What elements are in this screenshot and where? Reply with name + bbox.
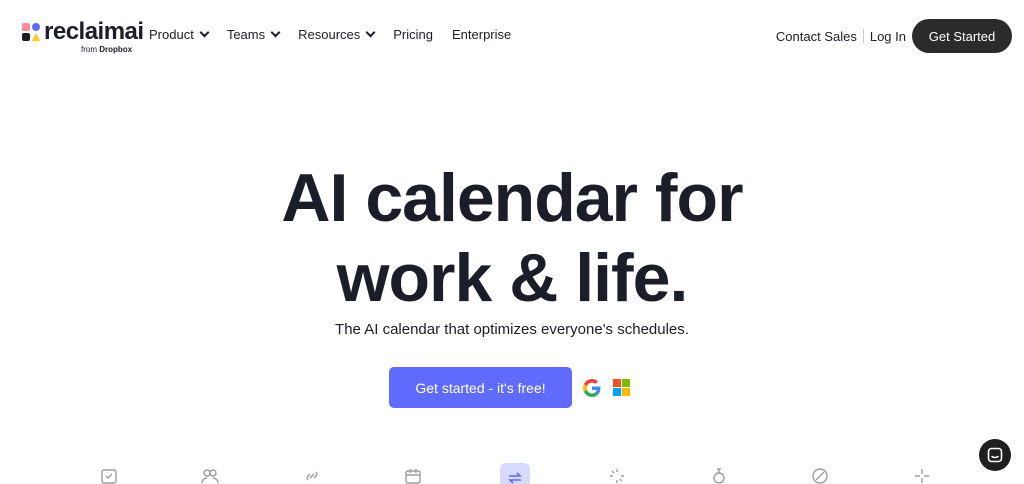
brand-name: reclaimai: [44, 18, 144, 45]
menu-item-enterprise[interactable]: Enterprise: [452, 27, 511, 42]
main-menu: Product Teams Resources Pricing Enterpri…: [149, 27, 530, 42]
get-started-button[interactable]: Get Started: [912, 19, 1012, 53]
sync-icon[interactable]: [500, 463, 530, 484]
chevron-down-icon: [270, 27, 281, 38]
menu-item-pricing[interactable]: Pricing: [393, 27, 433, 42]
logo-mark-icon: [22, 23, 42, 43]
get-started-free-button[interactable]: Get started - it's free!: [389, 367, 572, 408]
top-navigation: reclaimai from Dropbox Product Teams Res…: [0, 0, 1024, 72]
sparkle-icon[interactable]: [912, 466, 932, 484]
chat-icon: [987, 447, 1003, 463]
google-icon[interactable]: [583, 378, 601, 397]
chevron-down-icon: [199, 27, 210, 38]
users-icon[interactable]: [200, 466, 220, 484]
menu-item-teams[interactable]: Teams: [227, 27, 281, 42]
contact-sales-link[interactable]: Contact Sales: [776, 29, 857, 44]
cta-row: Get started - it's free!: [389, 367, 630, 408]
menu-item-product[interactable]: Product: [149, 27, 210, 42]
reclaim-logo[interactable]: reclaimai from Dropbox: [22, 18, 144, 55]
link-icon[interactable]: [302, 466, 322, 484]
nav-divider: [862, 29, 864, 43]
loading-icon[interactable]: [607, 466, 627, 484]
timer-icon[interactable]: [709, 466, 729, 484]
chat-launcher-button[interactable]: [979, 439, 1011, 471]
menu-item-resources[interactable]: Resources: [298, 27, 376, 42]
slash-circle-icon[interactable]: [810, 466, 830, 484]
hero-subtitle: The AI calendar that optimizes everyone'…: [335, 321, 689, 338]
chevron-down-icon: [365, 27, 376, 38]
feature-tabs: [0, 462, 1024, 484]
brand-subtitle: from Dropbox: [81, 45, 133, 54]
calendar-icon[interactable]: [403, 466, 423, 484]
account-nav: Contact Sales Log In Get Started: [776, 19, 1012, 53]
shield-check-icon[interactable]: [99, 466, 119, 484]
microsoft-icon[interactable]: [613, 379, 630, 396]
login-link[interactable]: Log In: [870, 29, 906, 44]
hero-title: AI calendar for work & life.: [281, 160, 743, 316]
